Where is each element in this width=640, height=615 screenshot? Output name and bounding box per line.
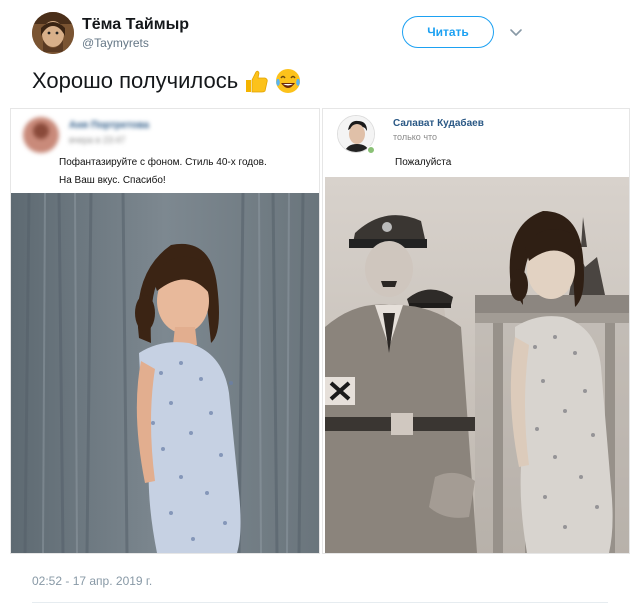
tears-of-joy-icon bbox=[276, 69, 301, 93]
chat-screenshot-left: Аня Портретова вчера в 23:47 Пофантазиру… bbox=[10, 108, 320, 554]
author-info: Тёма Таймыр @Taymyrets bbox=[82, 15, 189, 51]
original-photo bbox=[11, 193, 319, 553]
chevron-down-icon[interactable] bbox=[508, 24, 524, 40]
author-avatar[interactable] bbox=[32, 12, 74, 54]
message-text: Пожалуйста bbox=[395, 157, 452, 168]
tweet-text-content: Хорошо получилось bbox=[32, 68, 239, 93]
sender-name[interactable]: Салават Кудабаев bbox=[393, 117, 484, 130]
message-line-1: Пофантазируйте с фоном. Стиль 40-х годов… bbox=[59, 157, 267, 168]
thumbs-up-icon bbox=[246, 70, 268, 93]
tweet-timestamp[interactable]: 02:52 - 17 апр. 2019 г. bbox=[32, 574, 152, 588]
divider bbox=[32, 602, 608, 603]
tweet-text: Хорошо получилось bbox=[32, 66, 302, 96]
sender-time: только что bbox=[393, 132, 438, 142]
sender-name: Аня Портретова bbox=[69, 120, 150, 131]
sender-time: вчера в 23:47 bbox=[69, 135, 126, 145]
message-line-2: На Ваш вкус. Спасибо! bbox=[59, 175, 166, 186]
edited-photo bbox=[325, 177, 629, 553]
sender-avatar bbox=[23, 117, 59, 153]
tweet-header: Тёма Таймыр @Taymyrets Читать bbox=[32, 12, 608, 58]
author-handle[interactable]: @Taymyrets bbox=[82, 35, 189, 51]
chat-screenshot-right: Салават Кудабаев только что Пожалуйста bbox=[322, 108, 630, 554]
author-name[interactable]: Тёма Таймыр bbox=[82, 15, 189, 35]
follow-button[interactable]: Читать bbox=[402, 16, 494, 48]
online-status-icon bbox=[367, 146, 375, 154]
